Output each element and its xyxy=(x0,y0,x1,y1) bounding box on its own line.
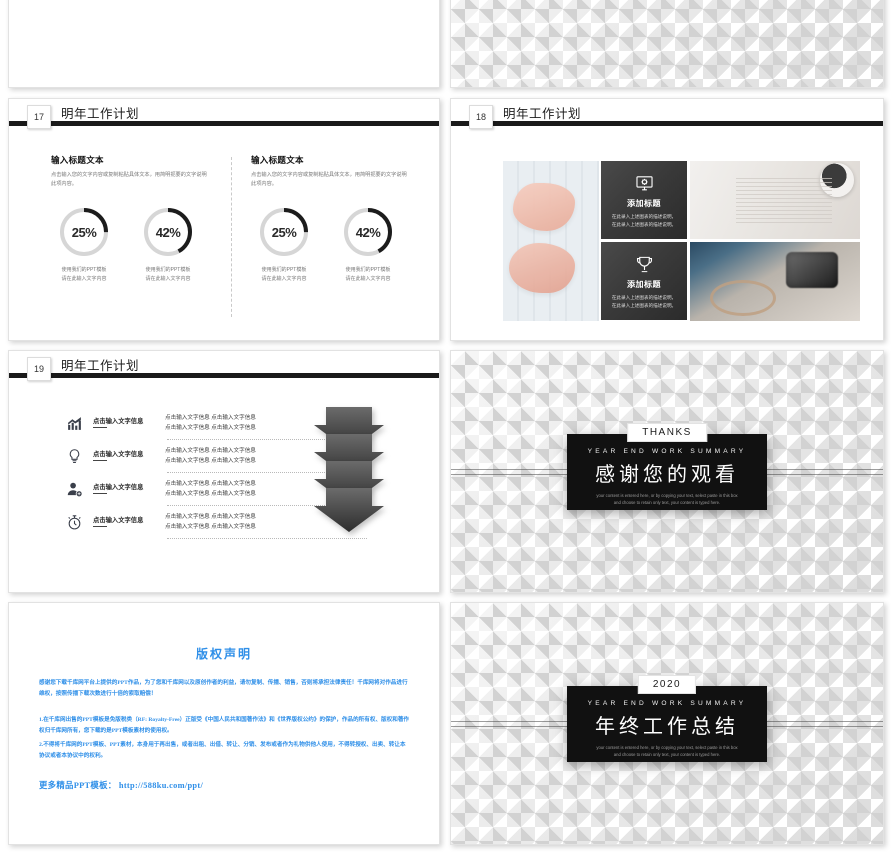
donut-caption: 使用我们的PPT模板 请在此输入文字内容 xyxy=(145,267,191,282)
camera-glasses-desk-photo xyxy=(690,242,860,321)
column-body: 点击输入您的文字内容或复制粘贴具体文本，用简明扼要的文字说明此项内容。 xyxy=(51,172,207,188)
copyright-paragraph-1: 感谢您下载千库网平台上提供的PPT作品，为了您和千库网以及原创作者的利益，请勿复… xyxy=(39,680,408,698)
mosaic-tile-1[interactable]: 添加标题 在此录入上述图表的描述说明，在此录入上述图表的描述说明。 xyxy=(601,161,687,239)
monitor-gear-icon xyxy=(601,171,687,195)
donut-item: 42% 使用我们的PPT模板 请在此输入文字内容 xyxy=(335,205,401,283)
list-item[interactable]: 点击输入文字信息 点击输入文字信息 点击输入文字信息 点击输入文字信息 点击输入… xyxy=(55,477,367,510)
donut-group: 25% 使用我们的PPT模板 请在此输入文字内容 42% 使用我们的PPT模板 … xyxy=(51,205,231,283)
slide-thumbnail-thanks[interactable]: THANKS YEAR END WORK SUMMARY 感谢您的观看 your… xyxy=(450,350,884,593)
slide-17-header: 17 明年工作计划 xyxy=(9,99,439,133)
column-body: 点击输入您的文字内容或复制粘贴具体文本，用简明扼要的文字说明此项内容。 xyxy=(251,172,407,188)
slide-thumbnail-17[interactable]: 17 明年工作计划 输入标题文本 点击输入您的文字内容或复制粘贴具体文本，用简明… xyxy=(8,98,440,341)
cover-english-title: YEAR END WORK SUMMARY xyxy=(587,699,747,707)
thanks-card: THANKS YEAR END WORK SUMMARY 感谢您的观看 your… xyxy=(567,422,767,510)
thanks-english-title: YEAR END WORK SUMMARY xyxy=(587,447,747,455)
donut-value: 25% xyxy=(271,224,297,240)
slide-number-badge: 19 xyxy=(27,357,51,381)
slide-title: 明年工作计划 xyxy=(61,107,140,121)
donut-caption: 使用我们的PPT模板 请在此输入文字内容 xyxy=(61,267,107,282)
list-item-label-wrap: 点击输入文字信息 xyxy=(93,477,165,494)
copyright-body: 版权声明 感谢您下载千库网平台上提供的PPT作品，为了您和千库网以及原创作者的利… xyxy=(39,645,409,791)
label-underline xyxy=(93,526,107,527)
list-item-label-wrap: 点击输入文字信息 xyxy=(93,411,165,428)
lightbulb-icon xyxy=(55,444,93,465)
mosaic-tile-2[interactable]: 添加标题 在此录入上述图表的描述说明，在此录入上述图表的描述说明。 xyxy=(601,242,687,320)
slide-title: 明年工作计划 xyxy=(61,359,140,373)
slide-number-badge: 18 xyxy=(469,105,493,129)
user-add-icon xyxy=(55,477,93,498)
slide-thumbnail-18[interactable]: 18 明年工作计划 添加标题 在此录入上述图表的描述说明，在此录入上述图表的描述… xyxy=(450,98,884,341)
list-item-label: 点击输入文字信息 xyxy=(93,418,144,425)
dotted-connector xyxy=(167,538,367,539)
slide-17-column-2: 输入标题文本 点击输入您的文字内容或复制粘贴具体文本，用简明扼要的文字说明此项内… xyxy=(251,154,431,283)
list-item-label-wrap: 点击输入文字信息 xyxy=(93,510,165,527)
more-templates-line[interactable]: 更多精品PPT模板： http://588ku.com/ppt/ xyxy=(39,779,409,791)
stopwatch-icon xyxy=(55,510,93,531)
slide-thumbnail-cover-2020[interactable]: 2020 YEAR END WORK SUMMARY 年终工作总结 your c… xyxy=(450,602,884,845)
donut-item: 25% 使用我们的PPT模板 请在此输入文字内容 xyxy=(51,205,117,283)
donut-chart-42: 42% xyxy=(141,205,195,259)
cover-chinese-title: 年终工作总结 xyxy=(595,715,739,738)
donut-value: 25% xyxy=(71,224,97,240)
column-heading: 输入标题文本 xyxy=(51,155,104,165)
slide-19-header: 19 明年工作计划 xyxy=(9,351,439,385)
tile-desc: 在此录入上述图表的描述说明，在此录入上述图表的描述说明。 xyxy=(611,295,677,309)
tile-title: 添加标题 xyxy=(627,280,661,289)
donut-item: 42% 使用我们的PPT模板 请在此输入文字内容 xyxy=(135,205,201,283)
list-item-label-wrap: 点击输入文字信息 xyxy=(93,444,165,461)
down-arrow-icon xyxy=(314,488,384,532)
list-item-label: 点击输入文字信息 xyxy=(93,451,144,458)
cover-card: 2020 YEAR END WORK SUMMARY 年终工作总结 your c… xyxy=(567,674,767,762)
thanks-tag: THANKS xyxy=(627,422,707,442)
list-item[interactable]: 点击输入文字信息 点击输入文字信息 点击输入文字信息 点击输入文字信息 点击输入… xyxy=(55,510,367,543)
slide-title: 明年工作计划 xyxy=(503,107,582,121)
column-heading: 输入标题文本 xyxy=(251,155,304,165)
cover-year-tag: 2020 xyxy=(637,674,697,694)
list-item-label: 点击输入文字信息 xyxy=(93,484,144,491)
label-underline xyxy=(93,427,107,428)
donut-chart-42: 42% xyxy=(341,205,395,259)
slide-number-badge: 17 xyxy=(27,105,51,129)
slide-19-row-list: 点击输入文字信息 点击输入文字信息 点击输入文字信息 点击输入文字信息 点击输入… xyxy=(55,411,367,543)
donut-item: 25% 使用我们的PPT模板 请在此输入文字内容 xyxy=(251,205,317,283)
copyright-title: 版权声明 xyxy=(195,647,252,661)
slide-thumbnail-top-right[interactable]: only text, your content is typed here, o… xyxy=(450,0,884,88)
photo-mosaic: 添加标题 在此录入上述图表的描述说明，在此录入上述图表的描述说明。 添加标题 在… xyxy=(503,161,860,321)
slide-thumbnail-top-left[interactable]: 输入标题文本 点击输入您的文字内容或复制粘贴具体文本，用简明扼要的文字说明此项内… xyxy=(8,0,440,88)
list-item[interactable]: 点击输入文字信息 点击输入文字信息 点击输入文字信息 点击输入文字信息 点击输入… xyxy=(55,411,367,444)
slide-17-column-1: 输入标题文本 点击输入您的文字内容或复制粘贴具体文本，用简明扼要的文字说明此项内… xyxy=(51,154,231,283)
copyright-paragraph-2: 1.在千库网出售的PPT模板是免版税类（RF: Royalty-Free）正版受… xyxy=(39,716,410,735)
slide-thumbnail-grid: 输入标题文本 点击输入您的文字内容或复制粘贴具体文本，用简明扼要的文字说明此项内… xyxy=(0,0,892,853)
magazine-coffee-photo xyxy=(690,161,860,239)
keyboard-hands-photo xyxy=(503,161,599,321)
donut-value: 42% xyxy=(355,224,381,240)
label-underline xyxy=(93,460,107,461)
more-templates-url[interactable]: http://588ku.com/ppt/ xyxy=(119,781,203,790)
list-item-label: 点击输入文字信息 xyxy=(93,517,144,524)
slide-thumbnail-copyright[interactable]: 版权声明 感谢您下载千库网平台上提供的PPT作品，为了您和千库网以及原创作者的利… xyxy=(8,602,440,845)
tile-desc: 在此录入上述图表的描述说明，在此录入上述图表的描述说明。 xyxy=(611,214,677,228)
label-underline xyxy=(93,493,107,494)
donut-caption: 使用我们的PPT模板 请在此输入文字内容 xyxy=(345,267,391,282)
tile-title: 添加标题 xyxy=(627,199,661,208)
donut-caption: 使用我们的PPT模板 请在此输入文字内容 xyxy=(261,267,307,282)
growth-chart-icon xyxy=(55,411,93,432)
trophy-icon xyxy=(601,252,687,276)
donut-group: 25% 使用我们的PPT模板 请在此输入文字内容 42% 使用我们的PPT模板 … xyxy=(251,205,431,283)
slide-18-header: 18 明年工作计划 xyxy=(451,99,883,133)
column-divider xyxy=(231,157,232,317)
donut-chart-25: 25% xyxy=(57,205,111,259)
donut-value: 42% xyxy=(155,224,181,240)
more-templates-label: 更多精品PPT模板： xyxy=(39,780,117,790)
cover-subtext: your content is entered here, or by copy… xyxy=(596,744,738,758)
list-item[interactable]: 点击输入文字信息 点击输入文字信息 点击输入文字信息 点击输入文字信息 点击输入… xyxy=(55,444,367,477)
thanks-chinese-title: 感谢您的观看 xyxy=(595,463,739,486)
down-arrow-stack xyxy=(314,407,392,533)
thanks-subtext: your content is entered here, or by copy… xyxy=(596,492,738,506)
donut-chart-25: 25% xyxy=(257,205,311,259)
copyright-paragraph-3: 2.不得将千库网的PPT模板、PPT素材，本身用于再出售，或者出租、出借、转让、… xyxy=(39,741,406,760)
slide-thumbnail-19[interactable]: 19 明年工作计划 点击输入文字信息 点击输入文字信息 点击输入文字信息 点击输… xyxy=(8,350,440,593)
